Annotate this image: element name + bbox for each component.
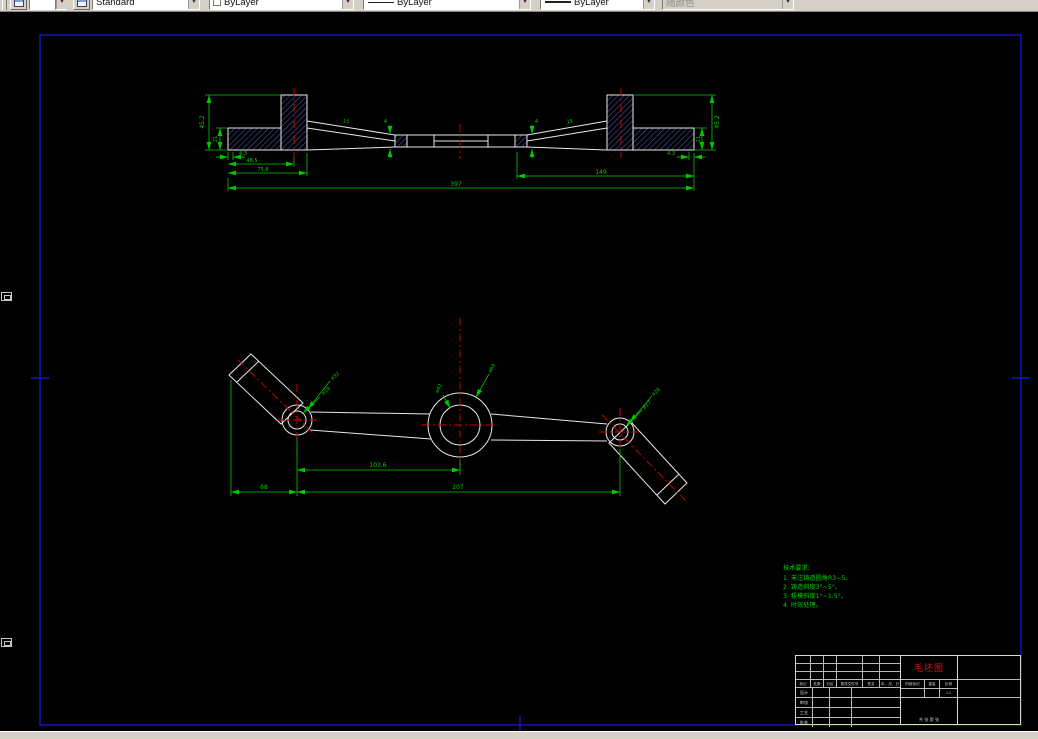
sign-label: 工艺: [796, 708, 813, 718]
sheet-info: 共 张 第 张: [918, 717, 940, 722]
docked-toolbar-fragment-icon[interactable]: [1, 638, 12, 647]
dim-label: ⌀32: [330, 371, 341, 382]
dim-label: 45.2: [199, 115, 206, 129]
plan-view-geometry[interactable]: [228, 353, 688, 505]
stage-label: 阶段标记: [901, 680, 925, 688]
status-bar: [0, 731, 1038, 739]
note-line: 1. 未注铸造圆角R3~5。: [783, 574, 852, 582]
dim-label: ⌀18: [321, 386, 332, 397]
style-combo[interactable]: Standard: [92, 0, 200, 10]
linetype-combo-value: ByLayer: [397, 0, 432, 8]
rev-header: 签名: [863, 680, 880, 688]
text-style-button[interactable]: [73, 0, 90, 10]
toolbar-grip[interactable]: [2, 0, 7, 10]
style-icon: [76, 0, 87, 7]
rev-header: 处数: [811, 680, 824, 688]
sign-label: 设计: [796, 688, 813, 698]
chevron-down-icon[interactable]: [643, 0, 654, 9]
rev-header: 年、月、日: [880, 682, 900, 688]
linetype-combo[interactable]: ByLayer: [363, 0, 531, 10]
dim-label: 149: [595, 169, 607, 176]
dim-label: 4.3: [239, 151, 247, 157]
color-combo[interactable]: ByLayer: [209, 0, 354, 10]
title-block-right-cells: [958, 656, 1020, 724]
plotstyle-combo: 随颜色: [662, 0, 794, 10]
dim-label: 21: [213, 136, 219, 142]
lineweight-combo[interactable]: ByLayer: [540, 0, 655, 10]
dim-label: 207: [452, 484, 464, 491]
dim-label: 4: [384, 119, 387, 125]
chevron-down-icon: [782, 0, 793, 9]
note-line: 2. 铸造斜度3°~5°。: [783, 583, 841, 591]
title-block: 标记 处数 分区 更改文件号 签名 年、月、日 设计 审核 工艺 批准 毛坯图 …: [795, 655, 1021, 727]
dim-label: 48.5: [246, 158, 257, 164]
weight-label: 重量: [925, 680, 940, 688]
rev-header: 标记: [796, 680, 811, 688]
sign-label: 批准: [796, 718, 813, 727]
section-view-geometry[interactable]: [227, 94, 695, 151]
drawing-area[interactable]: 45.2 21 4.3 48.5 75.8 397 149 45.2 21 4.…: [0, 12, 1038, 731]
drawing-frame: [31, 34, 1030, 731]
layers-icon: [13, 0, 24, 7]
sign-label: 审核: [796, 698, 813, 708]
chevron-down-icon[interactable]: [342, 0, 353, 9]
note-line: 3. 拔模斜度1°~1.5°。: [783, 592, 847, 600]
revision-and-signature-table: 标记 处数 分区 更改文件号 签名 年、月、日 设计 审核 工艺 批准: [796, 656, 901, 727]
dim-label: 103.6: [369, 462, 386, 469]
dim-label: 397: [450, 181, 462, 188]
dim-label: 68: [260, 484, 268, 491]
dim-label: 45.2: [714, 115, 721, 129]
dim-label: 4.3: [667, 151, 675, 157]
note-line: 4. 时效处理。: [783, 601, 822, 609]
rev-header: 更改文件号: [837, 680, 863, 688]
color-combo-value: ByLayer: [224, 0, 259, 8]
style-combo-value: Standard: [96, 0, 135, 8]
scale-value: 1:1: [946, 691, 951, 695]
color-swatch: [213, 0, 221, 6]
cad-drawing: 45.2 21 4.3 48.5 75.8 397 149 45.2 21 4.…: [31, 34, 1030, 731]
technical-notes[interactable]: 技术要求: 1. 未注铸造圆角R3~5。 2. 铸造斜度3°~5°。 3. 拔模…: [783, 564, 852, 609]
notes-title: 技术要求:: [783, 564, 810, 572]
quick-select-box[interactable]: [29, 0, 55, 10]
linetype-sample-icon: [368, 1, 394, 3]
chevron-down-icon[interactable]: [56, 0, 67, 9]
dim-label: 15: [343, 119, 350, 126]
flyout-dropdown[interactable]: [55, 0, 67, 10]
rev-header: 分区: [824, 680, 837, 688]
plotstyle-combo-value: 随颜色: [666, 0, 695, 9]
object-properties-toolbar: Standard ByLayer ByLayer ByLayer 随颜色: [0, 0, 1038, 12]
chevron-down-icon[interactable]: [519, 0, 530, 9]
chevron-down-icon[interactable]: [188, 0, 199, 9]
title-and-scale-area: 毛坯图 阶段标记 重量 比例 1:1 共 张 第 张: [901, 656, 958, 724]
dim-label: 75.8: [257, 167, 268, 173]
dim-label: ⌀42: [434, 383, 444, 394]
toolbar-button[interactable]: [10, 0, 27, 10]
scale-label: 比例: [944, 682, 953, 686]
dim-label: 4: [535, 119, 538, 125]
lineweight-combo-value: ByLayer: [574, 0, 609, 8]
docked-toolbar-fragment-icon[interactable]: [1, 292, 12, 301]
drawing-title: 毛坯图: [901, 656, 957, 680]
dim-label: 15: [566, 119, 573, 126]
plan-dimensions[interactable]: 68 207 103.6 ⌀18 ⌀32 ⌀42 ⌀64 ⌀17 ⌀28: [230, 363, 662, 496]
lineweight-sample-icon: [545, 1, 571, 3]
dim-label: ⌀28: [651, 387, 662, 398]
dim-label: 21: [696, 136, 702, 142]
dim-label: ⌀64: [487, 363, 497, 374]
